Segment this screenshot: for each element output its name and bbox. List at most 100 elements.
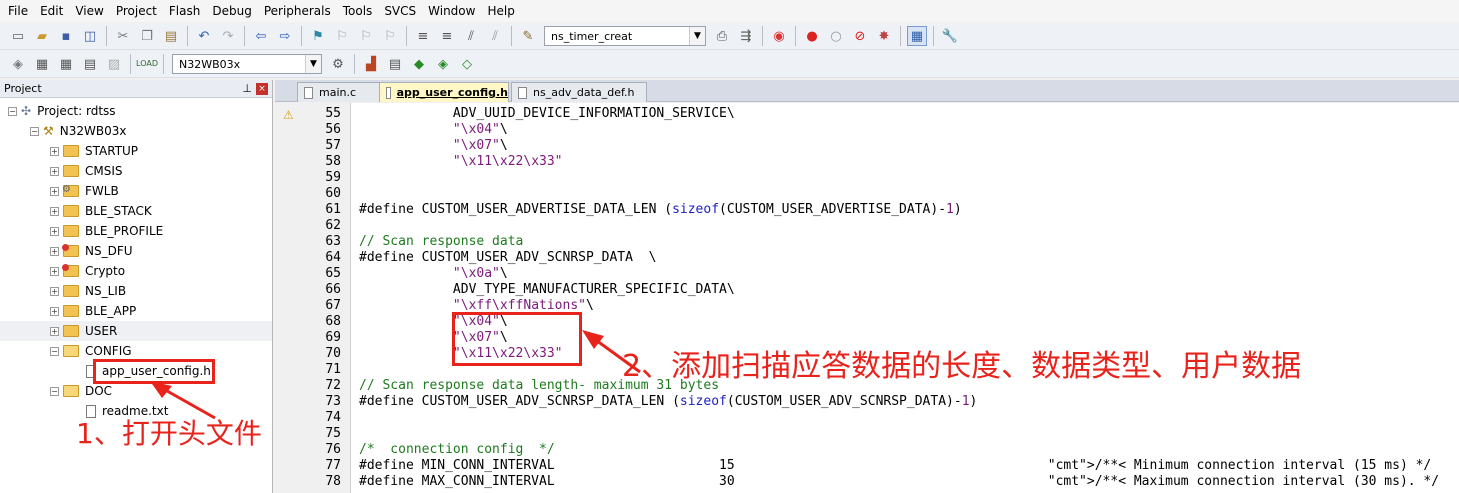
run-time-env-icon[interactable]: ◇: [457, 54, 477, 74]
translate-icon[interactable]: ◈: [8, 54, 28, 74]
code-line[interactable]: 59: [275, 170, 1459, 186]
expand-icon[interactable]: +: [50, 246, 59, 256]
open-folder-icon[interactable]: ▰: [32, 26, 52, 46]
menu-window[interactable]: Window: [422, 0, 481, 22]
code-line[interactable]: 75: [275, 426, 1459, 442]
code-line[interactable]: 77 #define MIN_CONN_INTERVAL 15 "cmt">/**…: [275, 458, 1459, 474]
target-select[interactable]: N32WB03x ▼: [172, 54, 322, 74]
indent-icon[interactable]: ≡: [413, 26, 433, 46]
find-combo[interactable]: ns_timer_creat ▼: [544, 26, 706, 46]
save-all-icon[interactable]: ◫: [80, 26, 100, 46]
target-options-icon[interactable]: ⚙: [328, 54, 348, 74]
undo-icon[interactable]: ↶: [194, 26, 214, 46]
menu-view[interactable]: View: [69, 0, 109, 22]
close-icon[interactable]: ×: [256, 83, 268, 95]
tree-group-ns-lib[interactable]: + NS_LIB: [0, 281, 272, 301]
tab-app-user-config-h[interactable]: app_user_config.h: [379, 82, 509, 102]
code-line[interactable]: 56 "\x04"\: [275, 122, 1459, 138]
new-file-icon[interactable]: ▭: [8, 26, 28, 46]
tree-group-doc[interactable]: − DOC: [0, 381, 272, 401]
save-icon[interactable]: ▪: [56, 26, 76, 46]
pin-icon[interactable]: ⊥: [242, 82, 252, 95]
stop-build-icon[interactable]: ▨: [104, 54, 124, 74]
expand-icon[interactable]: +: [50, 306, 59, 316]
chevron-down-icon[interactable]: ▼: [305, 55, 321, 73]
code-line[interactable]: 55 ADV_UUID_DEVICE_INFORMATION_SERVICE\: [275, 106, 1459, 122]
redo-icon[interactable]: ↷: [218, 26, 238, 46]
code-line[interactable]: 66 ADV_TYPE_MANUFACTURER_SPECIFIC_DATA\: [275, 282, 1459, 298]
tree-group-ble-profile[interactable]: + BLE_PROFILE: [0, 221, 272, 241]
menu-debug[interactable]: Debug: [206, 0, 257, 22]
menu-peripherals[interactable]: Peripherals: [258, 0, 337, 22]
code-line[interactable]: 58 "\x11\x22\x33": [275, 154, 1459, 170]
disable-all-breakpoints-icon[interactable]: ⊘: [850, 26, 870, 46]
tree-group-fwlb[interactable]: + FWLB: [0, 181, 272, 201]
navigate-back-icon[interactable]: ⇦: [251, 26, 271, 46]
code-line[interactable]: 62: [275, 218, 1459, 234]
code-line[interactable]: 57 "\x07"\: [275, 138, 1459, 154]
collapse-icon[interactable]: −: [30, 126, 39, 136]
configure-wrench-icon[interactable]: 🔧: [940, 26, 960, 46]
collapse-icon[interactable]: −: [50, 386, 59, 396]
expand-icon[interactable]: +: [50, 286, 59, 296]
incremental-find-icon[interactable]: ⇶: [736, 26, 756, 46]
batch-build-icon[interactable]: ▤: [80, 54, 100, 74]
rebuild-icon[interactable]: ▦: [56, 54, 76, 74]
tree-target[interactable]: − ⚒ N32WB03x: [0, 121, 272, 141]
navigate-forward-icon[interactable]: ⇨: [275, 26, 295, 46]
code-line[interactable]: 65 "\x0a"\: [275, 266, 1459, 282]
code-line[interactable]: 64 #define CUSTOM_USER_ADV_SCNRSP_DATA \: [275, 250, 1459, 266]
prev-bookmark-icon[interactable]: ⚐: [332, 26, 352, 46]
chevron-down-icon[interactable]: ▼: [689, 27, 705, 45]
find-icon[interactable]: ⎙: [712, 26, 732, 46]
kill-breakpoints-icon[interactable]: ✸: [874, 26, 894, 46]
unindent-icon[interactable]: ≡: [437, 26, 457, 46]
code-line[interactable]: 60: [275, 186, 1459, 202]
insert-breakpoint-icon[interactable]: ●: [802, 26, 822, 46]
tab-main-c[interactable]: main.c: [297, 82, 391, 102]
tree-group-crypto[interactable]: + Crypto: [0, 261, 272, 281]
uncomment-icon[interactable]: ⫽: [485, 26, 505, 46]
tree-group-ble-stack[interactable]: + BLE_STACK: [0, 201, 272, 221]
expand-icon[interactable]: +: [50, 326, 59, 336]
build-icon[interactable]: ▦: [32, 54, 52, 74]
code-line[interactable]: 74: [275, 410, 1459, 426]
menu-flash[interactable]: Flash: [163, 0, 206, 22]
code-line[interactable]: 78 #define MAX_CONN_INTERVAL 30 "cmt">/**…: [275, 474, 1459, 490]
tree-project-root[interactable]: − ✣ Project: rdtss: [0, 101, 272, 121]
copy-icon[interactable]: ❐: [137, 26, 157, 46]
code-line[interactable]: 61 #define CUSTOM_USER_ADVERTISE_DATA_LEN…: [275, 202, 1459, 218]
expand-icon[interactable]: +: [50, 226, 59, 236]
expand-icon[interactable]: +: [50, 186, 59, 196]
menu-tools[interactable]: Tools: [337, 0, 379, 22]
code-line[interactable]: 73 #define CUSTOM_USER_ADV_SCNRSP_DATA_LE…: [275, 394, 1459, 410]
collapse-icon[interactable]: −: [50, 346, 59, 356]
tree-group-config[interactable]: − CONFIG: [0, 341, 272, 361]
menu-help[interactable]: Help: [481, 0, 520, 22]
debug-session-icon[interactable]: ◉: [769, 26, 789, 46]
manage-project-icon[interactable]: ▤: [385, 54, 405, 74]
menu-edit[interactable]: Edit: [34, 0, 69, 22]
cut-icon[interactable]: ✂: [113, 26, 133, 46]
comment-icon[interactable]: ⫽: [461, 26, 481, 46]
bookmark-icon[interactable]: ⚑: [308, 26, 328, 46]
clear-bookmarks-icon[interactable]: ⚐: [380, 26, 400, 46]
find-in-files-icon[interactable]: ✎: [518, 26, 538, 46]
window-layout-icon[interactable]: ▦: [907, 26, 927, 46]
menu-file[interactable]: File: [2, 0, 34, 22]
manage-components-icon[interactable]: ▟: [361, 54, 381, 74]
disable-breakpoint-icon[interactable]: ○: [826, 26, 846, 46]
tree-group-user[interactable]: + USER: [0, 321, 272, 341]
tab-ns-adv-data-def-h[interactable]: ns_adv_data_def.h: [511, 82, 647, 102]
pack-installer-icon[interactable]: ◈: [433, 54, 453, 74]
code-line[interactable]: 76 /* connection config */: [275, 442, 1459, 458]
menu-project[interactable]: Project: [110, 0, 163, 22]
paste-icon[interactable]: ▤: [161, 26, 181, 46]
collapse-icon[interactable]: −: [8, 106, 17, 116]
expand-icon[interactable]: +: [50, 146, 59, 156]
tree-group-ns-dfu[interactable]: + NS_DFU: [0, 241, 272, 261]
select-packs-icon[interactable]: ◆: [409, 54, 429, 74]
tree-group-ble-app[interactable]: + BLE_APP: [0, 301, 272, 321]
menu-svcs[interactable]: SVCS: [378, 0, 422, 22]
tree-group-cmsis[interactable]: + CMSIS: [0, 161, 272, 181]
